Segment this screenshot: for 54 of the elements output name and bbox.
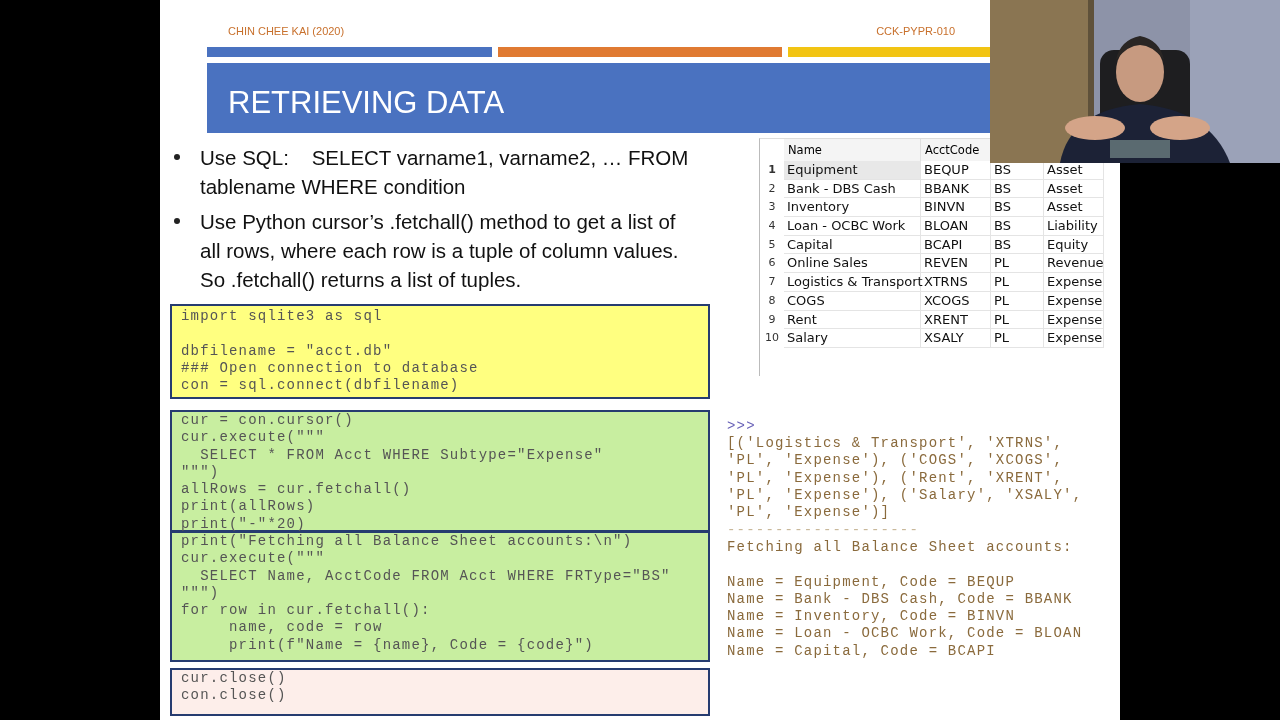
code-text: print("Fetching all Balance Sheet accounts:\n") cur.execute(""" SELECT Name, AcctCode FROM Acct WHERE FRType="BS" """) for row in cur.fetchall(): name, code = row print(f"Name = {name}, Code = {code}") — [181, 533, 671, 655]
table-cell: BS — [991, 179, 1044, 199]
table-cell: Expense — [1044, 310, 1104, 330]
table-cell: Expense — [1044, 273, 1104, 292]
table-cell: BEQUP — [921, 161, 991, 180]
table-cell: Revenue — [1044, 254, 1104, 274]
console-prompt: >>> — [727, 417, 757, 436]
console-output: [('Logistics & Transport', 'XTRNS', 'PL', 'Expense'), ('COGS', 'XCOGS', 'PL', 'Expense'), ('Rent', 'XRENT', 'PL', 'Expense'), ('Salary', 'XSALY', 'PL', 'Expense')] — [727, 435, 1084, 522]
bullet-icon — [174, 218, 180, 224]
code-text: cur.close() con.close() — [181, 670, 287, 705]
bullet-icon — [174, 154, 180, 160]
table-cell: Rent — [784, 310, 921, 330]
table-cell: PL — [991, 310, 1044, 330]
table-cell: Salary — [784, 329, 921, 348]
table-cell: Asset — [1044, 179, 1104, 199]
table-cell: Liability — [1044, 217, 1104, 236]
table-cell: PL — [991, 291, 1044, 311]
table-cell: Logistics & Transport — [784, 273, 921, 292]
table-cell: BS — [991, 217, 1044, 236]
code-text: import sqlite3 as sql dbfilename = "acct.db" ### Open connection to database con = sql.connect(dbfilename) — [181, 308, 479, 395]
table-cell: XSALY — [921, 329, 991, 348]
table-cell: BS — [991, 198, 1044, 218]
column-header[interactable]: Name — [784, 139, 921, 161]
bullet-text: Use Python cursor’s .fetchall() method to get a list of all rows, where each row is a tuple of column values. So .fetchall() returns a list of tuples. — [200, 209, 679, 293]
slide-title: RETRIEVING DATA — [228, 85, 505, 121]
table-cell: Online Sales — [784, 254, 921, 274]
table-cell: Inventory — [784, 198, 921, 218]
console-output: Fetching all Balance Sheet accounts: Name = Equipment, Code = BEQUP Name = Bank - DBS Cash, Code = BBANK Name = Inventory, Code = BINVN Name = Loan - OCBC Work, Code = BLOAN Name = Capital, Code = BCAPI — [727, 538, 1084, 661]
table-cell: BLOAN — [921, 217, 991, 236]
table-cell: COGS — [784, 291, 921, 311]
console-rule: -------------------- — [727, 521, 921, 539]
table-cell: BS — [991, 235, 1044, 255]
table-cell: Equipment — [784, 161, 921, 180]
table-cell: BBANK — [921, 179, 991, 199]
table-cell: XRENT — [921, 310, 991, 330]
table-cell: REVEN — [921, 254, 991, 274]
table-cell: BCAPI — [921, 235, 991, 255]
table-cell: PL — [991, 273, 1044, 292]
table-cell: BINVN — [921, 198, 991, 218]
bullet-text: Use SQL: SELECT varname1, varname2, … FROM tablename WHERE condition — [200, 145, 689, 200]
table-cell: PL — [991, 254, 1044, 274]
table-cell: Asset — [1044, 198, 1104, 218]
slide-code: CCK-PYPR-010 — [876, 25, 955, 38]
table-cell: XCOGS — [921, 291, 991, 311]
table-cell: Loan - OCBC Work — [784, 217, 921, 236]
table-cell: Bank - DBS Cash — [784, 179, 921, 199]
column-header[interactable]: AcctCode — [921, 139, 991, 161]
table-cell: Equity — [1044, 235, 1104, 255]
author-text: CHIN CHEE KAI (2020) — [228, 25, 345, 38]
table-cell: PL — [991, 329, 1044, 348]
table-cell: Capital — [784, 235, 921, 255]
code-text: cur = con.cursor() cur.execute(""" SELECT * FROM Acct WHERE Subtype="Expense" """) allRows = cur.fetchall() print(allRows) print("-"*20) — [181, 412, 604, 534]
table-cell: Expense — [1044, 329, 1104, 348]
table-cell: Expense — [1044, 291, 1104, 311]
